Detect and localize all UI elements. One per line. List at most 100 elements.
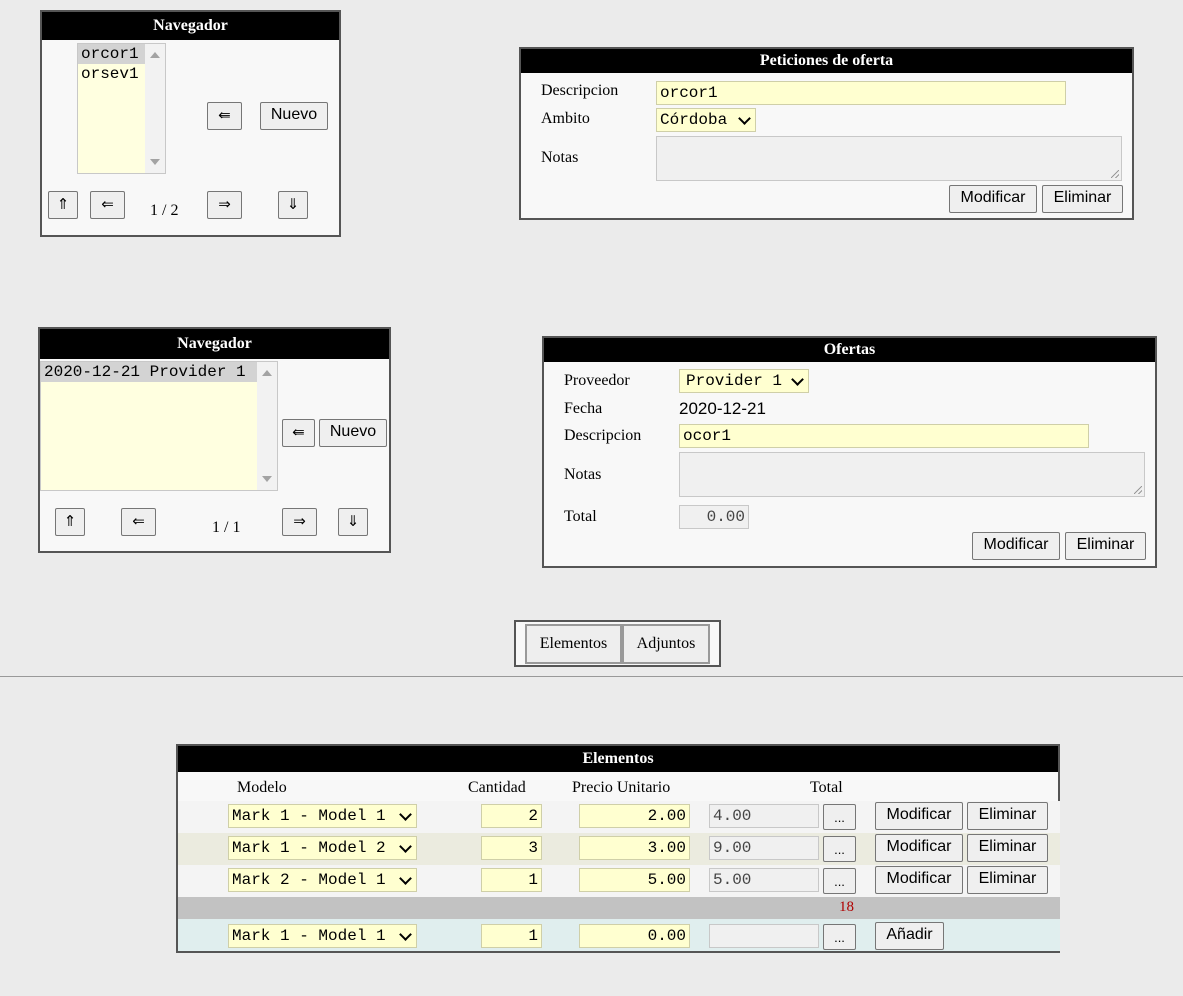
lookup-button[interactable]: ...	[823, 924, 856, 950]
list-item[interactable]: 2020-12-21 Provider 1	[41, 362, 277, 382]
proveedor-select[interactable]: Provider 1	[679, 369, 809, 393]
modelo-value: Mark 1 - Model 1	[232, 807, 386, 825]
tab-bar: Elementos Adjuntos	[514, 620, 721, 667]
tab-elementos[interactable]: Elementos	[525, 624, 622, 664]
ambito-label: Ambito	[541, 110, 590, 127]
list-scrollbar[interactable]	[257, 362, 277, 490]
fecha-value: 2020-12-21	[679, 399, 766, 418]
prev-button[interactable]: ⇐	[121, 508, 156, 536]
modify-button[interactable]: Modificar	[972, 532, 1060, 560]
cantidad-field[interactable]: 2	[481, 804, 542, 828]
scroll-down-icon[interactable]	[262, 476, 272, 482]
ambito-select[interactable]: Córdoba	[656, 108, 756, 132]
modify-button[interactable]: Modificar	[949, 185, 1037, 213]
modelo-select[interactable]: Mark 2 - Model 1	[228, 868, 417, 892]
resize-grip-icon[interactable]	[1111, 170, 1119, 178]
notas-textarea[interactable]	[656, 136, 1122, 181]
navigator-title: Navegador	[42, 12, 339, 40]
delete-button[interactable]: Eliminar	[1065, 532, 1146, 560]
notas-textarea[interactable]	[679, 452, 1145, 497]
first-button[interactable]: ⇑	[48, 191, 78, 219]
delete-button[interactable]: Eliminar	[967, 834, 1048, 862]
next-button[interactable]: ⇒	[282, 508, 317, 536]
navigator-title: Navegador	[40, 329, 389, 359]
ambito-value: Córdoba	[660, 111, 728, 129]
back-button[interactable]: ⇚	[282, 419, 315, 447]
list-scrollbar[interactable]	[145, 44, 165, 173]
delete-button[interactable]: Eliminar	[1042, 185, 1123, 213]
total-field: 0.00	[679, 505, 749, 529]
ofertas-title: Ofertas	[544, 338, 1155, 362]
total-field: 9.00	[709, 836, 819, 860]
delete-button[interactable]: Eliminar	[967, 866, 1048, 894]
first-button[interactable]: ⇑	[55, 508, 85, 536]
descripcion-field[interactable]: ocor1	[679, 424, 1089, 448]
add-button[interactable]: Añadir	[875, 922, 944, 950]
lookup-button[interactable]: ...	[823, 836, 856, 862]
modelo-select[interactable]: Mark 1 - Model 1	[228, 804, 417, 828]
modify-button[interactable]: Modificar	[875, 802, 963, 830]
header-precio: Precio Unitario	[572, 779, 671, 796]
table-row: Mark 1 - Model 2 3 3.00 9.00 ... Modific…	[178, 833, 1060, 865]
modelo-select[interactable]: Mark 1 - Model 2	[228, 836, 417, 860]
table-row: Mark 2 - Model 1 1 5.00 5.00 ... Modific…	[178, 865, 1060, 897]
modelo-value: Mark 2 - Model 1	[232, 871, 386, 889]
navigator-panel-1: Navegador orcor1 orsev1 ⇚ Nuevo ⇑ ⇐ 1 / …	[40, 10, 341, 237]
elementos-panel: Elementos Modelo Cantidad Precio Unitari…	[176, 744, 1060, 953]
prev-button[interactable]: ⇐	[90, 191, 125, 219]
new-row: Mark 1 - Model 1 1 0.00 ... Añadir	[178, 919, 1060, 951]
new-button[interactable]: Nuevo	[319, 419, 387, 447]
modelo-select[interactable]: Mark 1 - Model 1	[228, 924, 417, 948]
descripcion-label: Descripcion	[541, 82, 619, 99]
navigator-list[interactable]: 2020-12-21 Provider 1	[40, 361, 278, 491]
cantidad-field[interactable]: 3	[481, 836, 542, 860]
total-label: Total	[564, 508, 597, 525]
resize-grip-icon[interactable]	[1134, 486, 1142, 494]
lookup-button[interactable]: ...	[823, 868, 856, 894]
cantidad-field[interactable]: 1	[481, 868, 542, 892]
modelo-value: Mark 1 - Model 1	[232, 927, 386, 945]
peticiones-panel: Peticiones de oferta Descripcion orcor1 …	[519, 47, 1134, 220]
notas-label: Notas	[541, 149, 579, 166]
precio-field[interactable]: 3.00	[579, 836, 690, 860]
proveedor-label: Proveedor	[564, 372, 630, 389]
modify-button[interactable]: Modificar	[875, 834, 963, 862]
total-field: 4.00	[709, 804, 819, 828]
modelo-value: Mark 1 - Model 2	[232, 839, 386, 857]
total-field	[709, 924, 819, 948]
back-button[interactable]: ⇚	[207, 102, 242, 130]
new-button[interactable]: Nuevo	[260, 102, 328, 130]
ofertas-panel: Ofertas Proveedor Provider 1 Fecha 2020-…	[542, 336, 1157, 568]
header-cantidad: Cantidad	[468, 779, 526, 796]
proveedor-value: Provider 1	[686, 372, 783, 390]
sum-value: 18	[839, 899, 854, 915]
page-indicator: 1 / 1	[212, 519, 241, 536]
navigator-panel-2: Navegador 2020-12-21 Provider 1 ⇚ Nuevo …	[38, 327, 391, 553]
tab-adjuntos[interactable]: Adjuntos	[622, 624, 710, 664]
fecha-label: Fecha	[564, 400, 603, 417]
descripcion-field[interactable]: orcor1	[656, 81, 1066, 105]
header-total: Total	[810, 779, 843, 796]
delete-button[interactable]: Eliminar	[967, 802, 1048, 830]
peticiones-title: Peticiones de oferta	[521, 49, 1132, 73]
sum-row: 18	[178, 897, 1060, 919]
lookup-button[interactable]: ...	[823, 804, 856, 830]
divider	[0, 676, 1183, 677]
next-button[interactable]: ⇒	[207, 191, 242, 219]
cantidad-field[interactable]: 1	[481, 924, 542, 948]
scroll-down-icon[interactable]	[150, 159, 160, 165]
elementos-title: Elementos	[178, 746, 1058, 772]
last-button[interactable]: ⇓	[338, 508, 368, 536]
notas-label: Notas	[564, 466, 602, 483]
precio-field[interactable]: 5.00	[579, 868, 690, 892]
last-button[interactable]: ⇓	[278, 191, 308, 219]
navigator-list[interactable]: orcor1 orsev1	[77, 43, 166, 174]
table-row: Mark 1 - Model 1 2 2.00 4.00 ... Modific…	[178, 801, 1060, 833]
modify-button[interactable]: Modificar	[875, 866, 963, 894]
scroll-up-icon[interactable]	[262, 370, 272, 376]
page-indicator: 1 / 2	[150, 202, 179, 219]
precio-field[interactable]: 0.00	[579, 924, 690, 948]
header-modelo: Modelo	[237, 779, 287, 796]
scroll-up-icon[interactable]	[150, 52, 160, 58]
precio-field[interactable]: 2.00	[579, 804, 690, 828]
